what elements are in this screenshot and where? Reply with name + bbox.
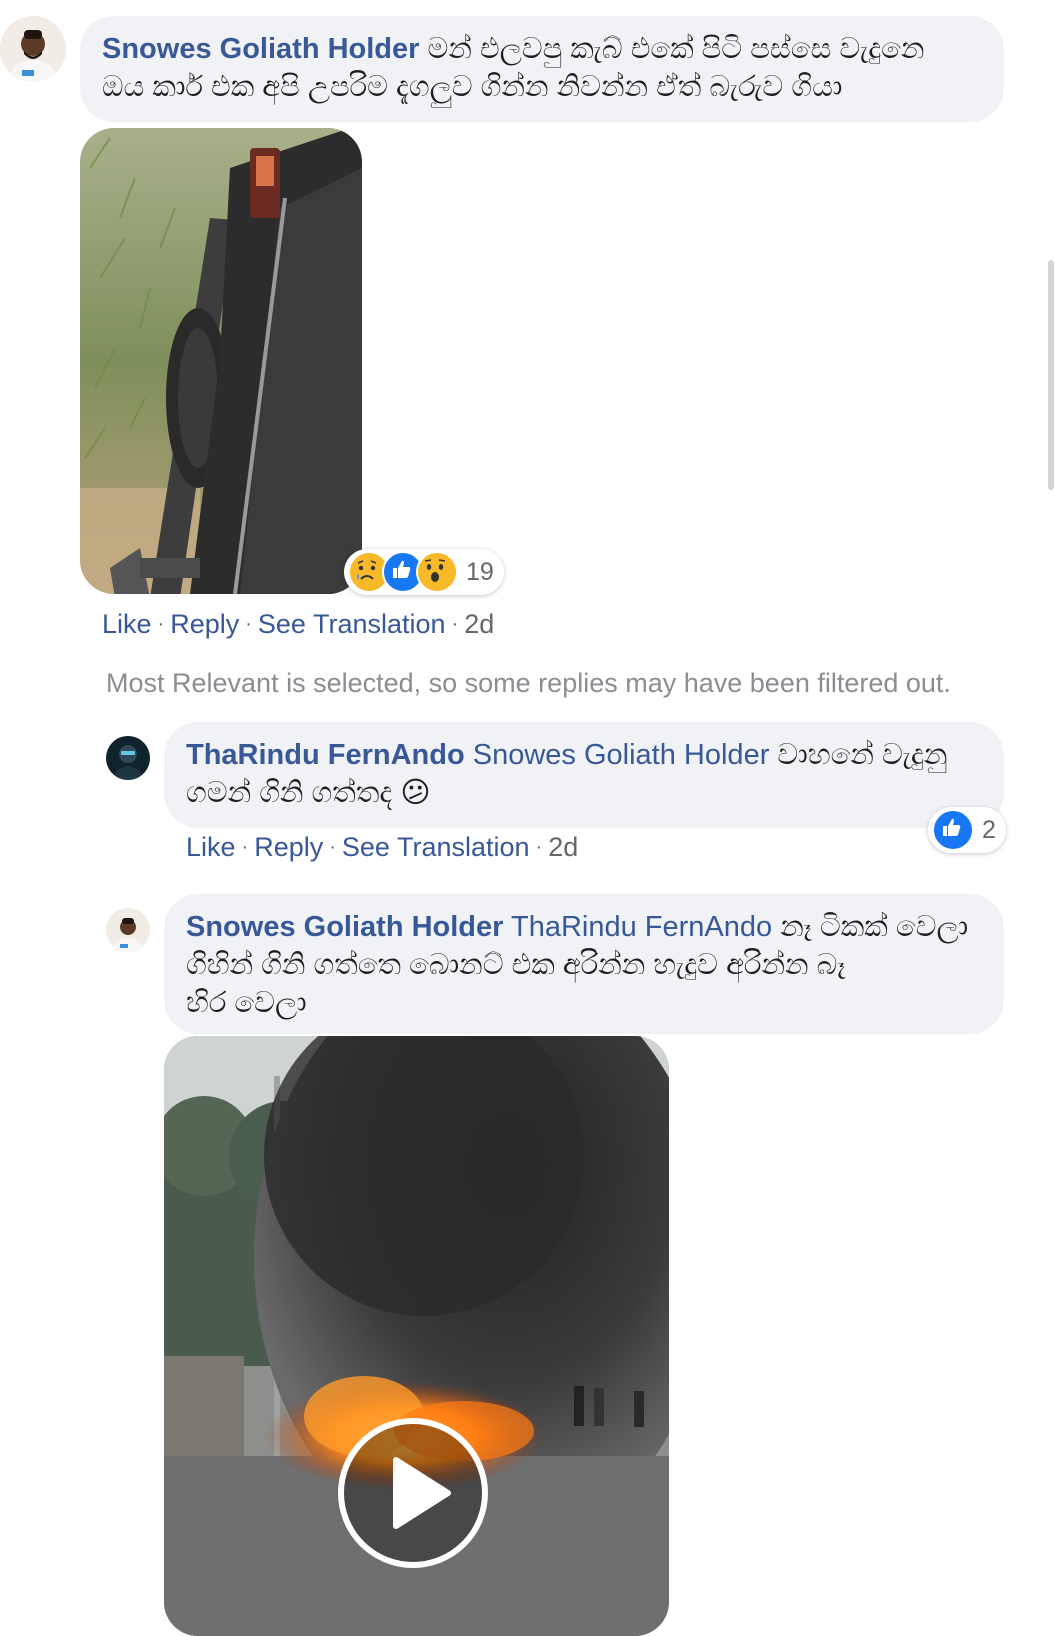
separator-dot: · <box>535 836 543 858</box>
comment-photo[interactable] <box>80 128 362 594</box>
confused-emoji: 😕 <box>400 777 431 809</box>
reply-text-line2: ගිහින් ගිනි ගත්තෙ බොනට් එක අරින්න හැදුව … <box>186 949 846 981</box>
reply-text-line3: හිර වෙලා <box>186 987 307 1019</box>
comment-timestamp[interactable]: 2d <box>464 609 494 639</box>
avatar[interactable] <box>106 908 150 952</box>
reaction-count: 2 <box>982 815 996 844</box>
play-button[interactable] <box>338 1418 488 1568</box>
like-button[interactable]: Like <box>186 832 236 862</box>
like-reaction-icon <box>932 809 974 851</box>
reaction-count: 19 <box>466 557 494 586</box>
comment-actions: Like · Reply · See Translation · 2d <box>102 606 494 642</box>
wow-reaction-icon <box>416 551 458 593</box>
comment-author[interactable]: Snowes Goliath Holder <box>102 33 419 65</box>
reply-bubble: Snowes Goliath Holder ThaRindu FernAndo … <box>164 894 1004 1034</box>
play-icon <box>393 1457 451 1529</box>
reply-button[interactable]: Reply <box>254 832 323 862</box>
reply-button[interactable]: Reply <box>170 609 239 639</box>
scrollbar[interactable] <box>1048 260 1054 490</box>
reply-text-line1: නෑ ටිකක් වෙලා <box>780 911 969 943</box>
reply-video[interactable] <box>164 1036 669 1636</box>
reply-author[interactable]: ThaRindu FernAndo <box>186 739 465 771</box>
reply-text-line1: වාහනේ වැදුනු <box>777 739 948 771</box>
see-translation-link[interactable]: See Translation <box>342 832 530 862</box>
separator-dot: · <box>329 836 336 858</box>
reply-author[interactable]: Snowes Goliath Holder <box>186 911 503 943</box>
like-button[interactable]: Like <box>102 609 152 639</box>
separator-dot: · <box>241 836 249 858</box>
see-translation-link[interactable]: See Translation <box>258 609 446 639</box>
reply-bubble: ThaRindu FernAndo Snowes Goliath Holder … <box>164 722 1004 828</box>
reaction-summary[interactable]: 2 <box>928 807 1006 853</box>
separator-dot: · <box>157 613 165 635</box>
comment-text-line1: මන් එලවපු කැබ් එකේ පිටි පස්සෙ වැදුනෙ <box>427 33 925 65</box>
filter-notice: Most Relevant is selected, so some repli… <box>106 668 951 698</box>
comment-text-line2: ඔය කාර් එක අපි උපරිම දැගලුව ගින්න නිවන්න… <box>102 71 843 103</box>
reply-text-line2: ගමන් ගිනි ගත්තද <box>186 777 393 809</box>
reply-mention[interactable]: ThaRindu FernAndo <box>511 911 772 943</box>
separator-dot: · <box>245 613 252 635</box>
reaction-summary[interactable]: 19 <box>344 549 504 595</box>
avatar[interactable] <box>106 736 150 780</box>
avatar[interactable] <box>0 16 66 82</box>
separator-dot: · <box>451 613 459 635</box>
reply-actions: Like · Reply · See Translation · 2d <box>186 829 578 865</box>
reply-timestamp[interactable]: 2d <box>548 832 578 862</box>
comment-bubble: Snowes Goliath Holder මන් එලවපු කැබ් එකේ… <box>80 16 1004 122</box>
reply-mention[interactable]: Snowes Goliath Holder <box>473 739 770 771</box>
